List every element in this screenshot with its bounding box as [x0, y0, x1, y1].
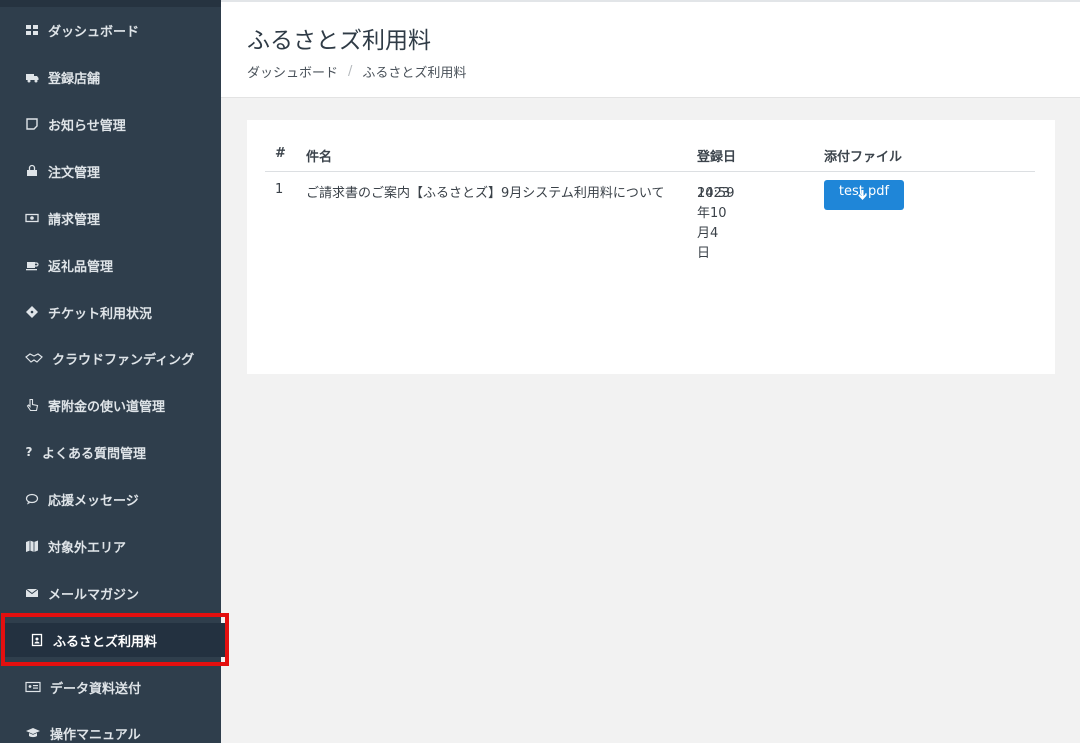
map-icon [24, 539, 40, 553]
dashboard-icon [24, 23, 40, 37]
download-button-label: test.pdf [838, 184, 890, 199]
table-header-row: # 件名 登録日 添付ファイル [265, 142, 1035, 172]
sidebar-item-stores[interactable]: 登録店舗 [0, 60, 221, 94]
id-card-icon [24, 680, 42, 694]
column-header-number: # [275, 146, 286, 161]
sidebar-item-manual[interactable]: 操作マニュアル [0, 716, 221, 743]
sidebar: ダッシュボード 登録店舗 お知らせ管理 注文管理 請求管理 返礼品管理 チケット… [0, 0, 229, 743]
sidebar-item-label: データ資料送付 [50, 681, 142, 697]
sidebar-item-label: 登録店舗 [48, 71, 101, 87]
sidebar-item-excluded-areas[interactable]: 対象外エリア [0, 529, 221, 563]
row-time: 14:59 [697, 186, 735, 201]
sidebar-item-label: チケット利用状況 [48, 306, 153, 322]
shopping-bag-icon [24, 164, 40, 178]
money-icon [24, 211, 40, 225]
ticket-icon [24, 305, 40, 319]
usage-fee-table: # 件名 登録日 添付ファイル 1 ご請求書のご案内【ふるさとズ】9月システム利… [265, 142, 1035, 261]
handshake-icon [24, 351, 44, 365]
sidebar-item-tickets[interactable]: チケット利用状況 [0, 295, 221, 329]
app: ダッシュボード 登録店舗 お知らせ管理 注文管理 請求管理 返礼品管理 チケット… [0, 0, 1080, 743]
sidebar-item-dashboard[interactable]: ダッシュボード [0, 13, 221, 47]
envelope-icon [24, 586, 40, 600]
sidebar-item-label: 返礼品管理 [48, 259, 114, 275]
breadcrumb: ダッシュボード / ふるさとズ利用料 [247, 62, 466, 81]
sidebar-item-label: よくある質問管理 [42, 446, 147, 462]
row-number: 1 [275, 182, 284, 197]
sidebar-item-faq[interactable]: ? よくある質問管理 [0, 435, 221, 469]
page-title: ふるさとズ利用料 [247, 28, 431, 54]
address-book-icon [29, 633, 45, 647]
sidebar-item-label: 請求管理 [48, 212, 101, 228]
row-subject: ご請求書のご案内【ふるさとズ】9月システム利用料について [306, 186, 665, 201]
sidebar-item-label: お知らせ管理 [48, 118, 126, 134]
hand-pointer-icon [24, 398, 40, 412]
sidebar-top-strip [0, 0, 221, 7]
sidebar-item-orders[interactable]: 注文管理 [0, 154, 221, 188]
content-card: # 件名 登録日 添付ファイル 1 ご請求書のご案内【ふるさとズ】9月システム利… [247, 120, 1055, 374]
question-icon: ? [25, 445, 33, 459]
sidebar-item-label: ふるさとズ利用料 [53, 634, 158, 650]
sidebar-item-label: 寄附金の使い道管理 [48, 399, 166, 415]
column-header-date: 登録日 [697, 150, 737, 165]
sidebar-item-newsletter[interactable]: メールマガジン [0, 576, 221, 610]
coffee-icon [24, 258, 40, 272]
column-header-subject: 件名 [306, 150, 333, 165]
sidebar-item-donation-usage[interactable]: 寄附金の使い道管理 [0, 388, 221, 422]
download-attachment-button[interactable]: test.pdf [824, 180, 904, 210]
column-header-attachment: 添付ファイル [824, 150, 903, 165]
sidebar-item-gifts[interactable]: 返礼品管理 [0, 248, 221, 282]
graduation-cap-icon [24, 726, 42, 740]
sidebar-item-messages[interactable]: 応援メッセージ [0, 482, 221, 516]
sidebar-item-label: メールマガジン [48, 587, 140, 603]
sidebar-item-crowdfunding[interactable]: クラウドファンディング [0, 341, 221, 375]
sidebar-item-label: クラウドファンディング [52, 352, 195, 368]
sidebar-item-label: ダッシュボード [48, 24, 140, 40]
sidebar-item-label: 対象外エリア [48, 540, 127, 556]
breadcrumb-home-link[interactable]: ダッシュボード [247, 62, 338, 81]
sidebar-item-notices[interactable]: お知らせ管理 [0, 107, 221, 141]
sidebar-item-billing[interactable]: 請求管理 [0, 201, 221, 235]
comment-icon [24, 492, 40, 506]
sidebar-item-label: 応援メッセージ [48, 493, 139, 509]
note-icon [24, 117, 40, 131]
sidebar-item-usage-fee[interactable]: ふるさとズ利用料 [5, 623, 229, 657]
breadcrumb-separator: / [348, 64, 353, 79]
sidebar-item-label: 操作マニュアル [50, 727, 141, 743]
truck-icon [24, 70, 40, 84]
sidebar-item-data-sending[interactable]: データ資料送付 [0, 670, 221, 704]
table-row: 1 ご請求書のご案内【ふるさとズ】9月システム利用料について 2023年10月4… [265, 172, 1035, 261]
page-header: ふるさとズ利用料 ダッシュボード / ふるさとズ利用料 [221, 0, 1080, 98]
breadcrumb-current: ふるさとズ利用料 [362, 66, 467, 81]
sidebar-item-label: 注文管理 [48, 165, 101, 181]
